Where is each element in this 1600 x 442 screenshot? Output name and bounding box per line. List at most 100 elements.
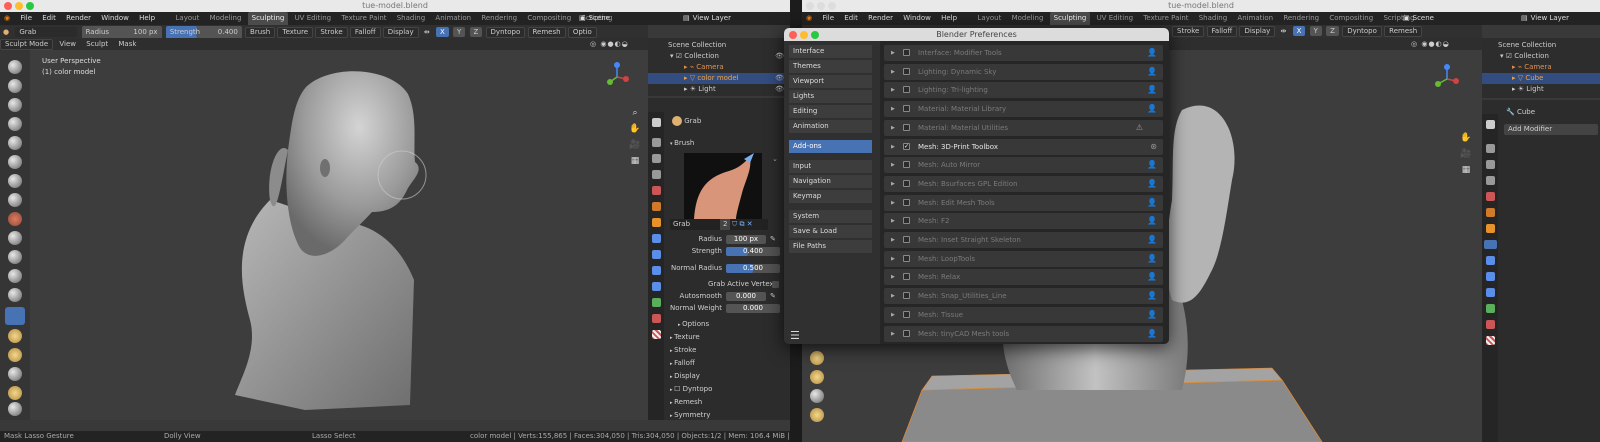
outliner-item-camera[interactable]: ▸ ⌁ Camera: [648, 62, 790, 73]
brush-datablock-field[interactable]: Grab 2 ⛉ ⧉ ✕: [670, 219, 768, 230]
addon-row[interactable]: ▶ Mesh: LoopTools 👤: [884, 250, 1163, 267]
axis-z-toggle[interactable]: Z: [469, 27, 483, 37]
addon-row[interactable]: ▶ Mesh: F2 👤: [884, 213, 1163, 230]
menu-window[interactable]: Window: [97, 12, 133, 25]
expand-arrow-icon[interactable]: ▶: [891, 64, 895, 80]
expand-arrow-icon[interactable]: ▶: [891, 101, 895, 117]
flatten-tool-icon[interactable]: [8, 231, 22, 245]
blender-logo-icon-right[interactable]: ◉: [802, 12, 816, 25]
menu-help-right[interactable]: Help: [937, 12, 961, 25]
addon-enable-checkbox[interactable]: [903, 292, 910, 300]
menu-sculpt[interactable]: Sculpt: [82, 38, 112, 50]
remesh-panel[interactable]: ▸ Remesh: [670, 397, 702, 408]
strength-field[interactable]: Strength 0.400: [165, 26, 242, 38]
autosmooth-pressure-icon[interactable]: ✎: [770, 291, 776, 302]
mode-selector[interactable]: Sculpt Mode: [0, 39, 54, 50]
minimize-window-button-inactive[interactable]: [817, 2, 825, 10]
tab-rendering-right[interactable]: Rendering: [1279, 12, 1323, 25]
brush-menu[interactable]: Brush: [245, 27, 276, 38]
close-window-button-inactive[interactable]: [806, 2, 814, 10]
radius-slider[interactable]: 100 px: [726, 235, 766, 244]
tool-tab-icon[interactable]: [652, 118, 661, 127]
outliner-item-collection[interactable]: ▾ ☑ Collection 👁: [648, 51, 790, 62]
viewport-nav-buttons-right[interactable]: ✋ 🎥 ▦: [1459, 130, 1473, 178]
options-subpanel[interactable]: ▸ Options: [678, 319, 709, 330]
category-input[interactable]: Input: [789, 160, 872, 173]
close-preferences-button[interactable]: [789, 31, 797, 39]
stroke-menu-right[interactable]: Stroke: [1172, 26, 1205, 37]
axis-y-toggle[interactable]: Y: [452, 27, 466, 37]
addon-enable-checkbox[interactable]: [903, 179, 910, 187]
outliner-root[interactable]: Scene Collection: [648, 40, 790, 51]
tab-compositing[interactable]: Compositing: [523, 12, 575, 25]
category-file-paths[interactable]: File Paths: [789, 240, 872, 253]
normal-weight-slider[interactable]: 0.000: [726, 304, 780, 313]
outliner-item-color-model[interactable]: ▸ ▽ color model 👁: [648, 73, 790, 84]
axis-x-toggle[interactable]: X: [435, 27, 449, 37]
expand-arrow-icon[interactable]: ▶: [891, 157, 895, 173]
close-window-button[interactable]: [4, 2, 12, 10]
falloff-menu[interactable]: Falloff: [349, 27, 381, 38]
expand-arrow-icon[interactable]: ▶: [891, 139, 895, 155]
object-tab-icon[interactable]: [652, 218, 661, 227]
mask-tool-icon[interactable]: [8, 402, 22, 416]
tab-modeling[interactable]: Modeling: [206, 12, 246, 25]
object-tab-icon-right[interactable]: [1486, 224, 1495, 233]
minimize-window-button[interactable]: [15, 2, 23, 10]
expand-arrow-icon[interactable]: ▶: [891, 195, 895, 211]
category-interface[interactable]: Interface: [789, 45, 872, 58]
layer-tool-icon[interactable]: [8, 136, 22, 150]
brush-preview[interactable]: [684, 153, 762, 219]
menu-help[interactable]: Help: [135, 12, 159, 25]
normal-radius-slider[interactable]: 0.500: [726, 264, 780, 273]
brush-panel-header[interactable]: ▾ Brush: [670, 138, 694, 149]
blender-logo-icon[interactable]: ◉: [0, 12, 14, 25]
view-layer-tab-icon-right[interactable]: [1486, 176, 1495, 185]
options-menu[interactable]: Optio: [567, 27, 597, 38]
minimize-preferences-button[interactable]: [800, 31, 808, 39]
addon-row[interactable]: ▶ Material: Material Utilities ⚠: [884, 119, 1163, 136]
modifier-tab-icon[interactable]: [652, 234, 661, 243]
tab-layout-right[interactable]: Layout: [974, 12, 1006, 25]
zoom-window-button-inactive[interactable]: [828, 2, 836, 10]
category-navigation[interactable]: Navigation: [789, 175, 872, 188]
scene-selector[interactable]: ▣ Scene: [572, 12, 614, 25]
addon-row[interactable]: ▶ Mesh: Auto Mirror 👤: [884, 157, 1163, 174]
dyntopo-menu-right[interactable]: Dyntopo: [1342, 26, 1382, 37]
tab-animation-right[interactable]: Animation: [1233, 12, 1277, 25]
radius-field[interactable]: Radius 100 px: [81, 26, 162, 38]
menu-render-right[interactable]: Render: [864, 12, 897, 25]
addon-row[interactable]: ▶ Mesh: Edit Mesh Tools 👤: [884, 194, 1163, 211]
modifier-tab-icon-right[interactable]: [1484, 240, 1497, 249]
display-panel[interactable]: ▸ Display: [670, 371, 700, 382]
addon-enable-checkbox[interactable]: [903, 86, 910, 94]
grab-tool-icon[interactable]: [5, 307, 25, 325]
menu-file-right[interactable]: File: [818, 12, 838, 25]
addon-row[interactable]: ▶ Material: Material Library 👤: [884, 101, 1163, 118]
tab-rendering[interactable]: Rendering: [477, 12, 521, 25]
snake-hook-tool-icon[interactable]: [8, 329, 22, 343]
nudge-tool-icon-right[interactable]: [810, 389, 824, 403]
texture-tab-icon[interactable]: [652, 330, 661, 339]
menu-edit[interactable]: Edit: [38, 12, 60, 25]
expand-arrow-icon[interactable]: ▶: [891, 176, 895, 192]
tab-shading-right[interactable]: Shading: [1195, 12, 1231, 25]
addon-enable-checkbox[interactable]: [903, 105, 910, 113]
outliner-item-camera-right[interactable]: ▸ ⌁ Camera: [1482, 62, 1600, 73]
draw-tool-icon[interactable]: [8, 60, 22, 74]
crease-tool-icon[interactable]: [8, 193, 22, 207]
axis-z-toggle-right[interactable]: Z: [1326, 26, 1339, 36]
outliner-item-light[interactable]: ▸ ☀ Light 👁: [648, 84, 790, 95]
hamburger-menu-icon[interactable]: ☰: [790, 329, 800, 342]
shading-mode-buttons-right[interactable]: ◎ ◉●◐◒: [1407, 38, 1454, 50]
brush-icon[interactable]: ●: [0, 26, 12, 38]
addon-row[interactable]: ▶ Mesh: Snap_Utilities_Line 👤: [884, 288, 1163, 305]
clay-strips-tool-icon[interactable]: [8, 117, 22, 131]
expand-arrow-icon[interactable]: ▶: [891, 269, 895, 285]
grab-active-vertex-checkbox[interactable]: [772, 281, 779, 288]
smooth-tool-icon[interactable]: [8, 212, 22, 226]
category-save-load[interactable]: Save & Load: [789, 225, 872, 238]
display-menu-right[interactable]: Display: [1239, 26, 1276, 37]
render-tab-icon[interactable]: [652, 138, 661, 147]
expand-arrow-icon[interactable]: ▶: [891, 251, 895, 267]
